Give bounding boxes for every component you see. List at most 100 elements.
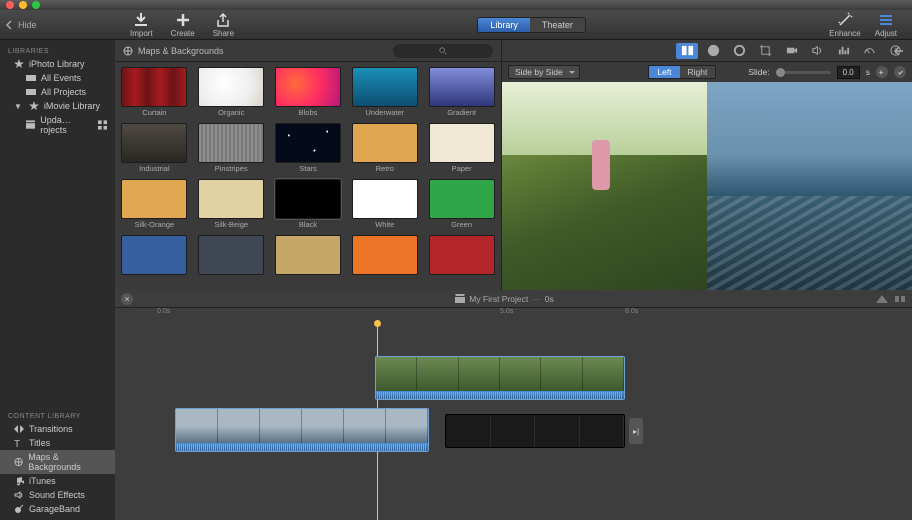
background-label: Pinstripes	[215, 164, 248, 173]
video-clip-2[interactable]	[175, 408, 429, 452]
background-thumb[interactable]: Organic	[198, 68, 265, 120]
background-label: Black	[299, 220, 317, 229]
window-titlebar	[0, 0, 912, 10]
stabilization-tool[interactable]	[780, 43, 802, 59]
import-label: Import	[130, 29, 153, 38]
sidebar-item-maps-backgrounds[interactable]: Maps & Backgrounds	[0, 450, 115, 474]
audio-waveform	[376, 391, 624, 400]
background-thumb[interactable]: Curtain	[121, 68, 188, 120]
background-swatch	[276, 180, 340, 218]
right-toggle[interactable]: Right	[680, 66, 716, 78]
background-label: Paper	[452, 164, 472, 173]
reset-button[interactable]	[876, 66, 888, 78]
background-thumb[interactable]	[121, 236, 188, 288]
background-thumb[interactable]: Silk-Beige	[198, 180, 265, 232]
timeline-ruler[interactable]: 0.0s 5.0s 8.0s	[115, 308, 912, 320]
apply-button[interactable]	[894, 66, 906, 78]
sidebar-item-updated-projects[interactable]: Upda…rojects	[0, 113, 115, 137]
filmstrip-icon	[26, 87, 36, 97]
background-thumb[interactable]: Stars	[275, 124, 342, 176]
disclosure-triangle-icon[interactable]: ▼	[14, 102, 22, 111]
search-icon	[439, 47, 447, 55]
noise-reduction-tool[interactable]	[832, 43, 854, 59]
undo-arrow-icon	[894, 44, 908, 58]
background-thumb[interactable]: Industrial	[121, 124, 188, 176]
timeline-tracks[interactable]: ▸|	[115, 320, 912, 520]
equalizer-icon	[837, 44, 850, 57]
clip-view-icon[interactable]	[894, 293, 906, 305]
create-button[interactable]: Create	[171, 12, 195, 38]
undo-button[interactable]	[894, 44, 908, 58]
preview-viewport[interactable]	[502, 82, 912, 290]
sidebar-item-events[interactable]: All Events	[0, 71, 115, 85]
sidebar-item-itunes[interactable]: iTunes	[0, 474, 115, 488]
background-thumb[interactable]: Retro	[351, 124, 418, 176]
color-correction-tool[interactable]	[728, 43, 750, 59]
search-input[interactable]	[393, 44, 493, 58]
grid-icon[interactable]	[98, 120, 107, 130]
compare-mode-dropdown[interactable]: Side by Side	[508, 65, 580, 79]
blank-clip[interactable]	[445, 414, 625, 448]
music-note-icon	[14, 476, 24, 486]
side-by-side-tool[interactable]	[676, 43, 698, 59]
background-thumb[interactable]	[351, 236, 418, 288]
speaker-icon	[811, 44, 824, 57]
minimize-window-button[interactable]	[19, 1, 27, 9]
background-thumb[interactable]: Pinstripes	[198, 124, 265, 176]
project-title: My First Project — 0s	[139, 294, 870, 304]
globe-icon	[14, 457, 23, 467]
background-thumb[interactable]: Silk-Orange	[121, 180, 188, 232]
background-thumb[interactable]	[198, 236, 265, 288]
sidebar-item-transitions[interactable]: Transitions	[0, 422, 115, 436]
undo-icon	[879, 69, 886, 76]
background-label: Stars	[299, 164, 317, 173]
sidebar-item-projects[interactable]: All Projects	[0, 85, 115, 99]
sidebar-item-iphoto[interactable]: iPhoto Library	[0, 57, 115, 71]
background-swatch	[122, 124, 186, 162]
speed-tool[interactable]	[858, 43, 880, 59]
background-thumb[interactable]: White	[351, 180, 418, 232]
end-marker[interactable]: ▸|	[629, 418, 643, 444]
app-toolbar: Hide Import Create Share Library Theater…	[0, 10, 912, 40]
background-thumb[interactable]	[428, 236, 495, 288]
zoom-window-button[interactable]	[32, 1, 40, 9]
slide-value[interactable]: 0.0	[837, 66, 860, 79]
background-thumb[interactable]	[275, 236, 342, 288]
library-tab[interactable]: Library	[478, 18, 530, 32]
slide-slider[interactable]	[776, 71, 831, 74]
background-thumb[interactable]: Blobs	[275, 68, 342, 120]
background-swatch	[122, 236, 186, 274]
speedometer-icon	[863, 44, 876, 57]
settings-icon[interactable]	[876, 293, 888, 305]
close-window-button[interactable]	[6, 1, 14, 9]
timeline-close-button[interactable]: ×	[121, 293, 133, 305]
slide-label: Slide:	[748, 67, 769, 77]
enhance-button[interactable]: Enhance	[829, 12, 861, 38]
import-button[interactable]: Import	[130, 12, 153, 38]
theater-tab[interactable]: Theater	[530, 18, 585, 32]
background-thumb[interactable]: Gradient	[428, 68, 495, 120]
background-thumb[interactable]: Paper	[428, 124, 495, 176]
background-label: Gradient	[447, 108, 476, 117]
sidebar-item-titles[interactable]: TTitles	[0, 436, 115, 450]
speaker-icon	[14, 490, 24, 500]
sidebar-item-garageband[interactable]: GarageBand	[0, 502, 115, 516]
color-balance-tool[interactable]	[702, 43, 724, 59]
background-thumb[interactable]: Green	[428, 180, 495, 232]
crop-tool[interactable]	[754, 43, 776, 59]
sidebar-item-imovie[interactable]: ▼iMovie Library	[0, 99, 115, 113]
background-thumb[interactable]: Black	[275, 180, 342, 232]
share-button[interactable]: Share	[213, 12, 234, 38]
left-toggle[interactable]: Left	[649, 66, 679, 78]
background-swatch	[430, 180, 494, 218]
background-swatch	[430, 236, 494, 274]
background-thumb[interactable]: Underwater	[351, 68, 418, 120]
hide-sidebar-button[interactable]: Hide	[0, 20, 42, 30]
background-swatch	[276, 68, 340, 106]
video-clip-1[interactable]	[375, 356, 625, 400]
volume-tool[interactable]	[806, 43, 828, 59]
audio-waveform	[176, 443, 428, 452]
sidebar-item-sound-effects[interactable]: Sound Effects	[0, 488, 115, 502]
background-swatch	[199, 236, 263, 274]
adjust-button[interactable]: Adjust	[875, 12, 897, 38]
